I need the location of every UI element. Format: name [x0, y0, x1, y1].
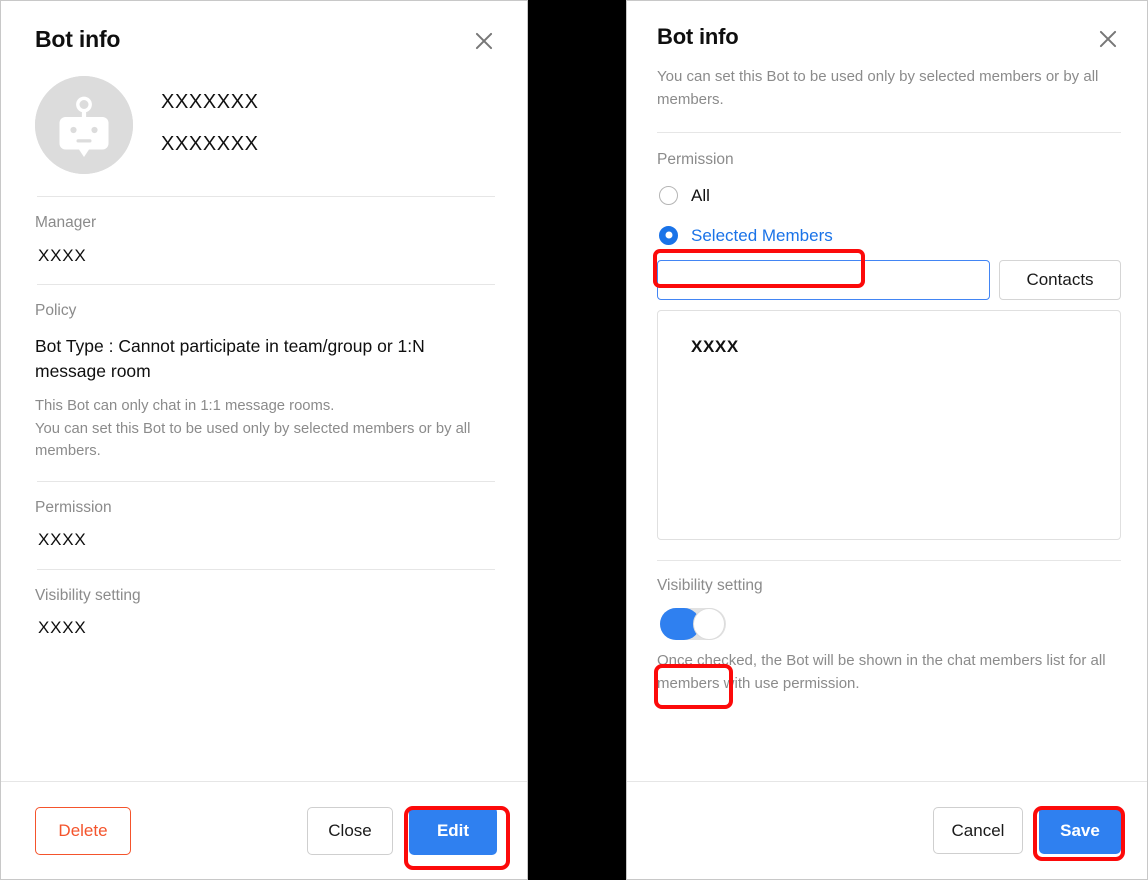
radio-label-selected-members: Selected Members [691, 225, 833, 245]
permission-value: XXXX [38, 530, 87, 550]
bot-name-line-1: XXXXXXX [161, 91, 259, 113]
visibility-label: Visibility setting [35, 586, 141, 604]
manager-field: Manager XXXX [35, 197, 497, 284]
edit-dialog-body: You can set this Bot to be used only by … [627, 52, 1147, 781]
policy-note-line-2: You can set this Bot to be used only by … [35, 420, 471, 460]
radio-option-selected-members[interactable]: Selected Members [657, 219, 1121, 251]
panel-separator-band [528, 0, 626, 880]
contacts-button[interactable]: Contacts [999, 260, 1121, 301]
member-search-input[interactable] [657, 260, 990, 301]
policy-field: Policy Bot Type : Cannot participate in … [35, 285, 497, 481]
manager-label: Manager [35, 214, 97, 231]
policy-note-line-1: This Bot can only chat in 1:1 message ro… [35, 398, 335, 415]
cancel-button[interactable]: Cancel [933, 807, 1023, 854]
view-footer-actions: Close Edit [307, 806, 497, 855]
delete-button[interactable]: Delete [35, 806, 131, 855]
save-button[interactable]: Save [1039, 807, 1121, 854]
permission-field: Permission XXXX [35, 482, 497, 569]
page-title: Bot info [657, 24, 739, 49]
permission-label: Permission [657, 150, 734, 168]
screenshot-root: Bot info XXXXXXX XXXXXXX Manager XXXX Po… [0, 0, 1148, 880]
close-icon[interactable] [1095, 26, 1121, 52]
intro-description: You can set this Bot to be used only by … [657, 68, 1099, 108]
edit-dialog-header: Bot info [627, 1, 1147, 52]
visibility-label: Visibility setting [657, 577, 763, 595]
visibility-toggle[interactable] [660, 607, 726, 640]
bot-info-edit-dialog: Bot info You can set this Bot to be used… [626, 0, 1148, 880]
manager-value: XXXX [38, 245, 87, 265]
view-dialog-header: Bot info [1, 1, 527, 54]
bot-identity-row: XXXXXXX XXXXXXX [35, 54, 497, 174]
radio-option-all[interactable]: All [657, 179, 1121, 211]
view-dialog-footer: Delete Close Edit [1, 781, 527, 879]
policy-heading: Bot Type : Cannot participate in team/gr… [35, 335, 425, 381]
edit-dialog-footer: Cancel Save [627, 781, 1147, 879]
bot-info-view-dialog: Bot info XXXXXXX XXXXXXX Manager XXXX Po… [0, 0, 528, 880]
bot-name-line-2: XXXXXXX [161, 133, 259, 155]
radio-icon-selected-members [659, 225, 678, 245]
list-item: XXXX [691, 337, 739, 357]
member-search-row: Contacts [657, 260, 1121, 301]
edit-button[interactable]: Edit [409, 806, 497, 855]
visibility-field: Visibility setting XXXX [35, 570, 497, 657]
permission-label: Permission [35, 498, 112, 516]
page-title: Bot info [35, 26, 121, 52]
close-button[interactable]: Close [307, 806, 393, 855]
radio-icon-all [659, 185, 678, 205]
view-dialog-body: XXXXXXX XXXXXXX Manager XXXX Policy Bot … [1, 54, 527, 781]
visibility-setting-block: Visibility setting Once checked, the Bot… [657, 561, 1121, 695]
close-icon[interactable] [471, 28, 497, 54]
policy-label: Policy [35, 301, 77, 319]
bot-avatar-icon [35, 76, 133, 174]
toggle-knob [693, 607, 725, 640]
visibility-note: Once checked, the Bot will be shown in t… [657, 651, 1106, 692]
bot-name-block: XXXXXXX XXXXXXX [161, 92, 259, 158]
radio-label-all: All [691, 185, 710, 205]
visibility-value: XXXX [38, 618, 87, 638]
selected-members-list[interactable]: XXXX [657, 310, 1121, 541]
